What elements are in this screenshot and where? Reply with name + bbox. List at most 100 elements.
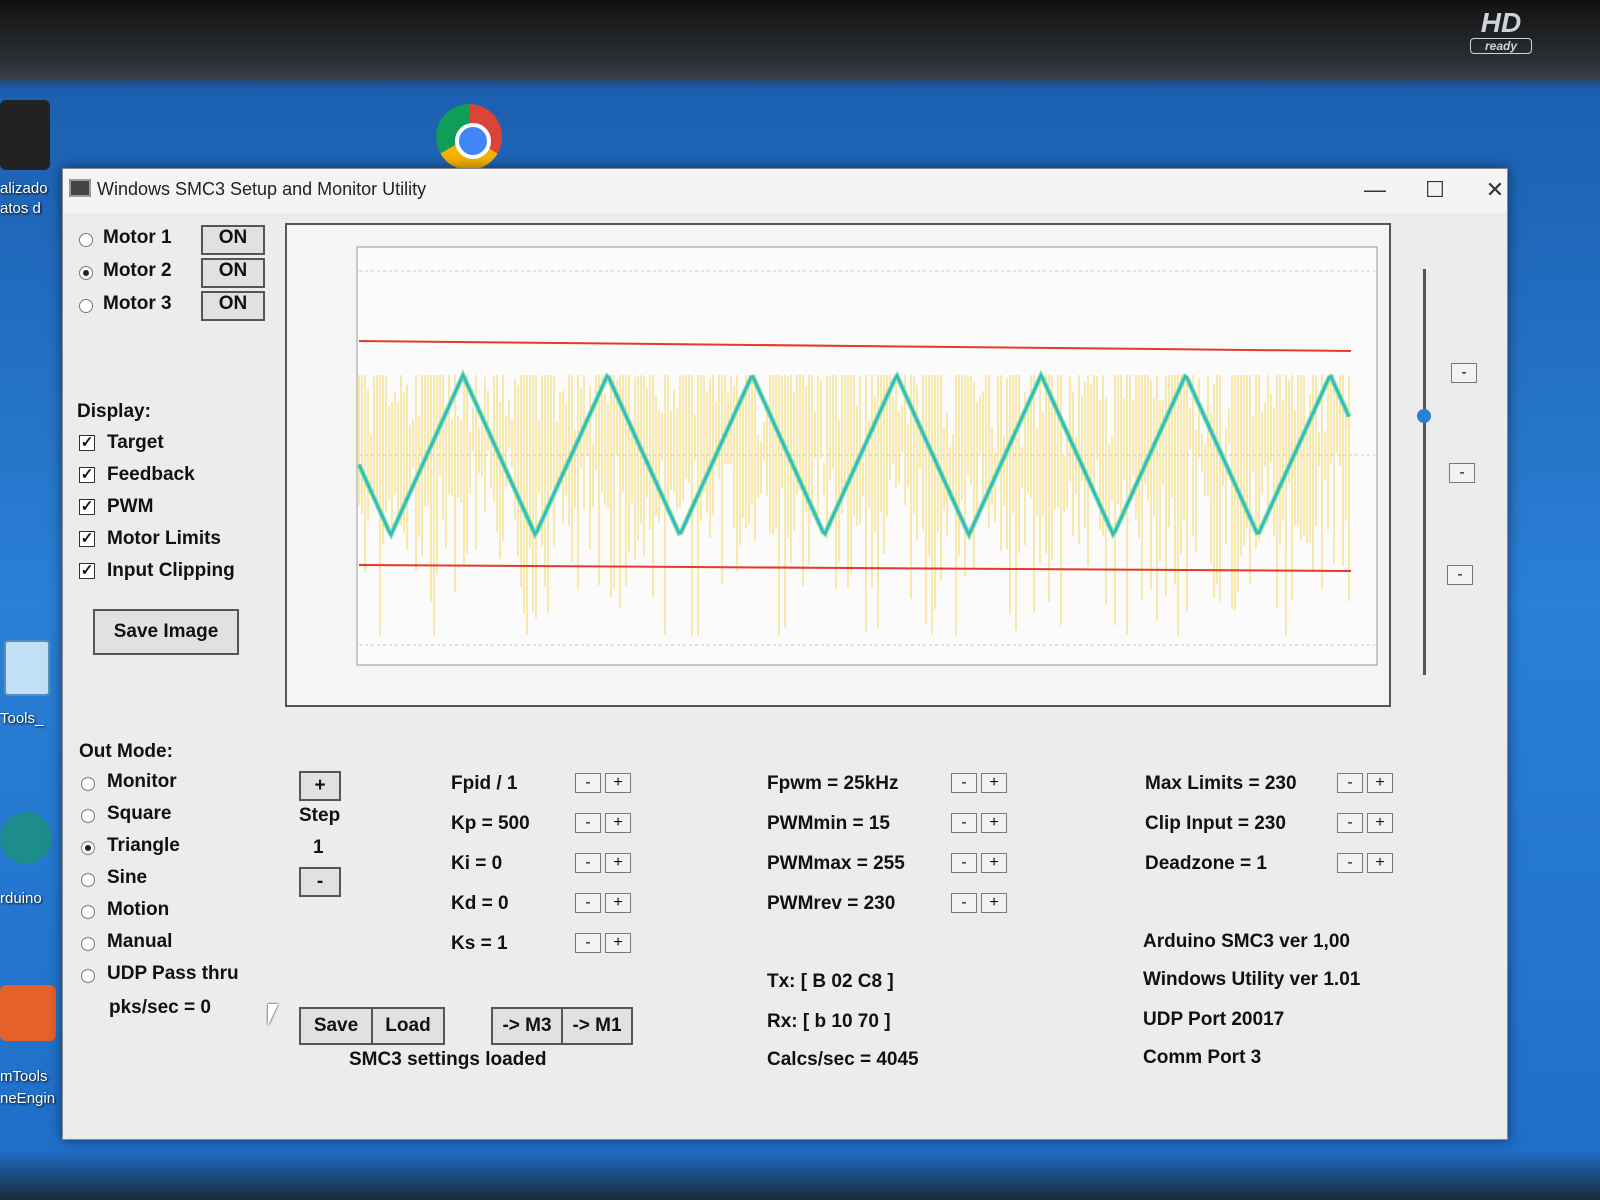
step-minus-button[interactable]: - <box>299 867 341 897</box>
deadzone-minus-button[interactable]: - <box>1337 853 1363 873</box>
smc3-window: Windows SMC3 Setup and Monitor Utility —… <box>62 168 1508 1140</box>
motor-3-on-button[interactable]: ON <box>201 291 265 321</box>
square-radio[interactable] <box>81 809 95 823</box>
manual-label: Manual <box>107 931 173 952</box>
motor-2-radio[interactable] <box>79 266 93 280</box>
udp-port: UDP Port 20017 <box>1143 1009 1285 1030</box>
save-button[interactable]: Save <box>299 1007 373 1045</box>
desktop-arduino-icon[interactable] <box>0 812 52 864</box>
kd-label: Kd = 0 <box>451 893 509 914</box>
motor-limits-label: Motor Limits <box>107 528 221 549</box>
pwmmin-plus-button[interactable]: + <box>981 813 1007 833</box>
pwmmax-minus-button[interactable]: - <box>951 853 977 873</box>
clip-input-plus-button[interactable]: + <box>1367 813 1393 833</box>
fpid-plus-button[interactable]: + <box>605 773 631 793</box>
fpwm-label: Fpwm = 25kHz <box>767 773 899 794</box>
udp-pass-thru-radio[interactable] <box>81 969 95 983</box>
desktop-label-2: atos d <box>0 200 41 217</box>
ki-plus-button[interactable]: + <box>605 853 631 873</box>
motor-1-on-button[interactable]: ON <box>201 225 265 255</box>
input-clipping-checkbox[interactable]: ✓ <box>79 563 95 579</box>
close-button[interactable]: ✕ <box>1473 175 1517 205</box>
motion-radio[interactable] <box>81 905 95 919</box>
step-value: 1 <box>313 837 324 858</box>
deadzone-plus-button[interactable]: + <box>1367 853 1393 873</box>
motor-limits-checkbox[interactable]: ✓ <box>79 531 95 547</box>
fpwm-minus-button[interactable]: - <box>951 773 977 793</box>
window-title: Windows SMC3 Setup and Monitor Utility <box>97 179 427 199</box>
pwmrev-label: PWMrev = 230 <box>767 893 896 914</box>
udp-pass-thru-label: UDP Pass thru <box>107 963 239 984</box>
max-limits-minus-button[interactable]: - <box>1337 773 1363 793</box>
feedback-checkbox[interactable]: ✓ <box>79 467 95 483</box>
plot-frame <box>285 223 1391 707</box>
side-button-bottom[interactable]: - <box>1447 565 1473 585</box>
step-label: Step <box>299 805 341 826</box>
pwmrev-minus-button[interactable]: - <box>951 893 977 913</box>
load-button[interactable]: Load <box>371 1007 445 1045</box>
chrome-icon[interactable] <box>436 104 502 170</box>
pwmmin-minus-button[interactable]: - <box>951 813 977 833</box>
kd-plus-button[interactable]: + <box>605 893 631 913</box>
plot-slider-thumb[interactable] <box>1417 409 1431 423</box>
square-label: Square <box>107 803 172 824</box>
ks-label: Ks = 1 <box>451 933 508 954</box>
ks-minus-button[interactable]: - <box>575 933 601 953</box>
display-heading: Display: <box>77 401 151 422</box>
kp-label: Kp = 500 <box>451 813 530 834</box>
ki-minus-button[interactable]: - <box>575 853 601 873</box>
pwmmax-plus-button[interactable]: + <box>981 853 1007 873</box>
pwmrev-plus-button[interactable]: + <box>981 893 1007 913</box>
title-bar[interactable]: Windows SMC3 Setup and Monitor Utility —… <box>63 169 1507 213</box>
minimize-button[interactable]: — <box>1353 175 1397 205</box>
side-button-middle[interactable]: - <box>1449 463 1475 483</box>
side-button-top[interactable]: - <box>1451 363 1477 383</box>
tx-readout: Tx: [ B 02 C8 ] <box>767 971 894 992</box>
clip-input-label: Clip Input = 230 <box>1145 813 1286 834</box>
fpid-minus-button[interactable]: - <box>575 773 601 793</box>
rx-readout: Rx: [ b 10 70 ] <box>767 1011 891 1032</box>
app-icon <box>69 179 91 197</box>
clip-input-minus-button[interactable]: - <box>1337 813 1363 833</box>
motor-2-on-button[interactable]: ON <box>201 258 265 288</box>
save-image-button[interactable]: Save Image <box>93 609 239 655</box>
step-plus-button[interactable]: + <box>299 771 341 801</box>
motor-1-radio[interactable] <box>79 233 93 247</box>
pwm-label: PWM <box>107 496 154 517</box>
fpid-label: Fpid / 1 <box>451 773 518 794</box>
manual-radio[interactable] <box>81 937 95 951</box>
desktop-camera-icon[interactable] <box>0 100 50 170</box>
desktop-label-3: Tools_ <box>0 710 44 727</box>
kd-minus-button[interactable]: - <box>575 893 601 913</box>
desktop-simtools-icon[interactable] <box>0 985 56 1041</box>
ks-plus-button[interactable]: + <box>605 933 631 953</box>
calcs-per-sec: Calcs/sec = 4045 <box>767 1049 919 1070</box>
motor-3-radio[interactable] <box>79 299 93 313</box>
fpwm-plus-button[interactable]: + <box>981 773 1007 793</box>
hd-badge-text: HD <box>1480 7 1522 38</box>
max-limits-plus-button[interactable]: + <box>1367 773 1393 793</box>
settings-status: SMC3 settings loaded <box>349 1049 547 1070</box>
desktop-notepad-icon[interactable] <box>4 640 50 696</box>
triangle-radio[interactable] <box>81 841 95 855</box>
maximize-button[interactable]: ☐ <box>1413 175 1457 205</box>
motor-1-label: Motor 1 <box>103 227 172 248</box>
desktop-label-6: neEngin <box>0 1090 56 1107</box>
kp-minus-button[interactable]: - <box>575 813 601 833</box>
monitor-plot <box>356 246 1378 666</box>
hd-ready-badge: HD ready <box>1470 8 1532 56</box>
plot-slider-track[interactable] <box>1423 269 1426 675</box>
target-checkbox[interactable]: ✓ <box>79 435 95 451</box>
max-limits-label: Max Limits = 230 <box>1145 773 1297 794</box>
sine-radio[interactable] <box>81 873 95 887</box>
input-clipping-label: Input Clipping <box>107 560 235 581</box>
pwm-checkbox[interactable]: ✓ <box>79 499 95 515</box>
copy-to-m3-button[interactable]: -> M3 <box>491 1007 563 1045</box>
copy-to-m1-button[interactable]: -> M1 <box>561 1007 633 1045</box>
mouse-cursor <box>268 1004 278 1026</box>
kp-plus-button[interactable]: + <box>605 813 631 833</box>
feedback-label: Feedback <box>107 464 195 485</box>
monitor-bezel <box>0 0 1600 80</box>
monitor-radio[interactable] <box>81 777 95 791</box>
hd-badge-subtext: ready <box>1470 38 1532 54</box>
